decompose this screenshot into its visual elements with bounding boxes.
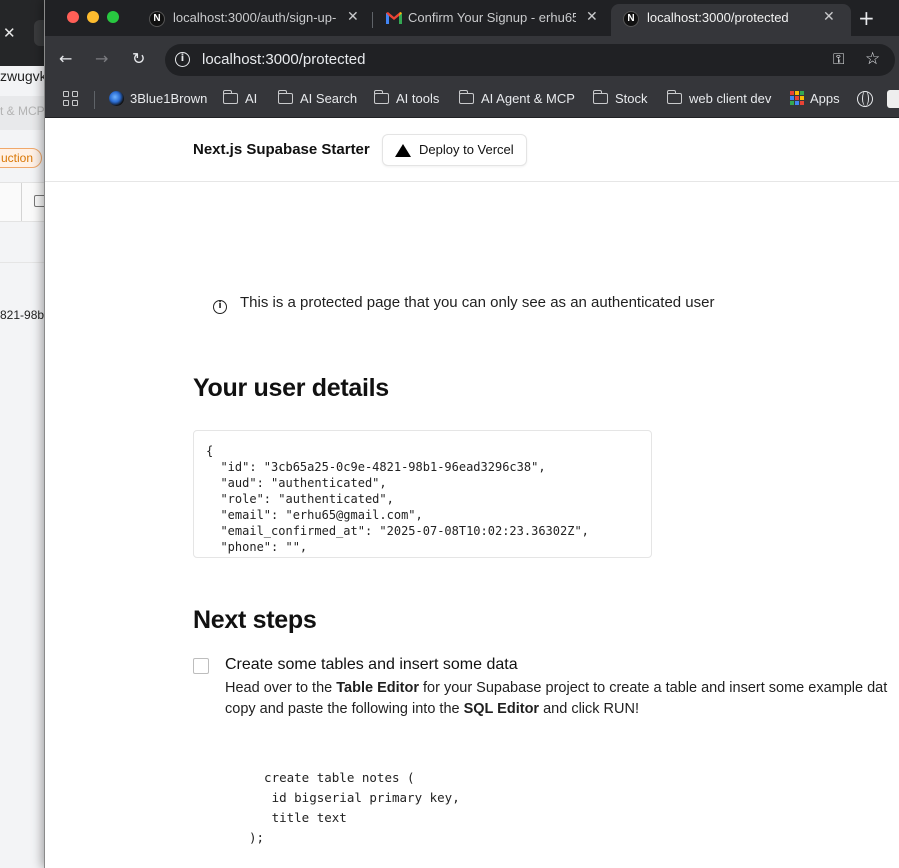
- step-description: Head over to the Table Editor for your S…: [225, 678, 887, 720]
- bookmark-folder-ai-agent-mcp[interactable]: AI Agent & MCP: [458, 89, 575, 109]
- page-content: Next.js Supabase Starter Deploy to Verce…: [45, 118, 899, 868]
- window-minimize-button[interactable]: [87, 11, 99, 23]
- browser-window: N localhost:3000/auth/sign-up- ✕ Confirm…: [44, 0, 899, 868]
- next-steps-heading: Next steps: [193, 606, 317, 634]
- tab-title: localhost:3000/protected: [647, 10, 789, 25]
- tab-close-icon[interactable]: ✕: [586, 9, 598, 25]
- bookmark-label: 3Blue1Brown: [130, 91, 208, 106]
- nextjs-icon: N: [149, 11, 165, 27]
- bookmark-star-icon[interactable]: ☆: [865, 49, 880, 69]
- site-brand[interactable]: Next.js Supabase Starter: [193, 141, 370, 158]
- apps-grid-icon[interactable]: [63, 91, 79, 107]
- background-status-badge: uction: [0, 148, 43, 168]
- notice-text: This is a protected page that you can on…: [240, 294, 715, 311]
- browser-toolbar: ← → ↻ i localhost:3000/protected ⚿ ☆: [45, 36, 899, 82]
- step-title: Create some tables and insert some data: [225, 656, 518, 673]
- folder-icon: [373, 90, 389, 104]
- deploy-button-label: Deploy to Vercel: [419, 142, 514, 157]
- deploy-to-vercel-button[interactable]: Deploy to Vercel: [382, 134, 527, 166]
- folder-icon: [666, 90, 682, 104]
- nextjs-icon: N: [623, 11, 639, 27]
- bookmark-overflow-icon[interactable]: [887, 90, 899, 108]
- bookmark-folder-ai[interactable]: AI: [222, 89, 258, 109]
- apps-icon: [790, 91, 804, 105]
- window-maximize-button[interactable]: [107, 11, 119, 23]
- tab-confirm-signup[interactable]: Confirm Your Signup - erhu65 ✕: [374, 4, 606, 36]
- step-text: and click RUN!: [539, 701, 639, 717]
- user-json-text: { "id": "3cb65a25-0c9e-4821-98b1-96ead32…: [206, 444, 589, 554]
- bookmark-label: AI Search: [300, 91, 358, 106]
- site-icon: [109, 91, 124, 106]
- background-segment[interactable]: [0, 183, 22, 221]
- tab-protected[interactable]: N localhost:3000/protected ✕: [611, 4, 851, 36]
- forward-arrow-icon[interactable]: →: [95, 49, 108, 68]
- table-editor-link[interactable]: Table Editor: [336, 680, 419, 696]
- bookmarks-bar: 3Blue1Brown AI AI Search AI tools AI Age…: [45, 82, 899, 118]
- folder-icon: [222, 90, 238, 104]
- info-icon: i: [213, 300, 227, 314]
- globe-icon[interactable]: [857, 91, 873, 107]
- bookmark-label: web client dev: [689, 91, 772, 106]
- tab-sign-up[interactable]: N localhost:3000/auth/sign-up- ✕: [137, 4, 369, 36]
- folder-icon: [458, 90, 474, 104]
- sql-editor-link[interactable]: SQL Editor: [464, 701, 539, 717]
- user-details-heading: Your user details: [193, 374, 389, 402]
- step-text: Head over to the: [225, 680, 337, 696]
- step-text: for your Supabase project to create a ta…: [418, 680, 888, 696]
- bookmark-label: AI tools: [396, 91, 440, 106]
- tab-separator: [372, 12, 373, 28]
- tab-title: localhost:3000/auth/sign-up-: [173, 10, 337, 25]
- tab-close-icon[interactable]: ✕: [347, 9, 359, 25]
- sql-code-block[interactable]: create table notes ( id bigserial primar…: [249, 768, 460, 848]
- step-text: copy and paste the following into the: [225, 701, 464, 717]
- tab-title: Confirm Your Signup - erhu65: [408, 10, 576, 25]
- folder-icon: [277, 90, 293, 104]
- back-arrow-icon[interactable]: ←: [59, 49, 72, 68]
- window-close-button[interactable]: [67, 11, 79, 23]
- gmail-icon: [386, 12, 402, 24]
- bookmark-apps[interactable]: Apps: [790, 89, 840, 109]
- bookmark-folder-stock[interactable]: Stock: [592, 89, 648, 109]
- bookmark-label: AI: [245, 91, 258, 106]
- background-cell-fragment: 821-98b: [0, 308, 45, 322]
- vercel-triangle-icon: [395, 144, 411, 157]
- folder-icon: [592, 90, 608, 104]
- user-details-json[interactable]: { "id": "3cb65a25-0c9e-4821-98b1-96ead32…: [193, 430, 652, 558]
- bookmark-label: Apps: [810, 91, 840, 106]
- step-checkbox[interactable]: [193, 658, 209, 674]
- address-bar[interactable]: i localhost:3000/protected ⚿ ☆: [165, 44, 895, 76]
- bookmark-folder-ai-tools[interactable]: AI tools: [373, 89, 440, 109]
- bookmark-folder-ai-search[interactable]: AI Search: [277, 89, 358, 109]
- background-tab-close-icon[interactable]: ✕: [3, 24, 16, 42]
- bookmark-folder-web-client-dev[interactable]: web client dev: [666, 89, 772, 109]
- new-tab-icon[interactable]: +: [858, 6, 875, 30]
- protected-notice: i This is a protected page that you can o…: [213, 294, 714, 314]
- tab-close-icon[interactable]: ✕: [823, 9, 835, 25]
- address-url[interactable]: localhost:3000/protected: [202, 51, 365, 68]
- bookmark-label: AI Agent & MCP: [481, 91, 575, 106]
- site-navbar: Next.js Supabase Starter Deploy to Verce…: [45, 118, 899, 182]
- bookmarks-separator: [94, 91, 95, 109]
- bookmark-3blue1brown[interactable]: 3Blue1Brown: [109, 89, 207, 109]
- bookmark-label: Stock: [615, 91, 648, 106]
- password-key-icon[interactable]: ⚿: [833, 50, 844, 68]
- site-info-icon[interactable]: i: [175, 52, 190, 67]
- background-tools-fragment: t & MCP: [0, 104, 45, 118]
- tab-strip: N localhost:3000/auth/sign-up- ✕ Confirm…: [45, 0, 899, 36]
- reload-icon[interactable]: ↻: [132, 49, 145, 68]
